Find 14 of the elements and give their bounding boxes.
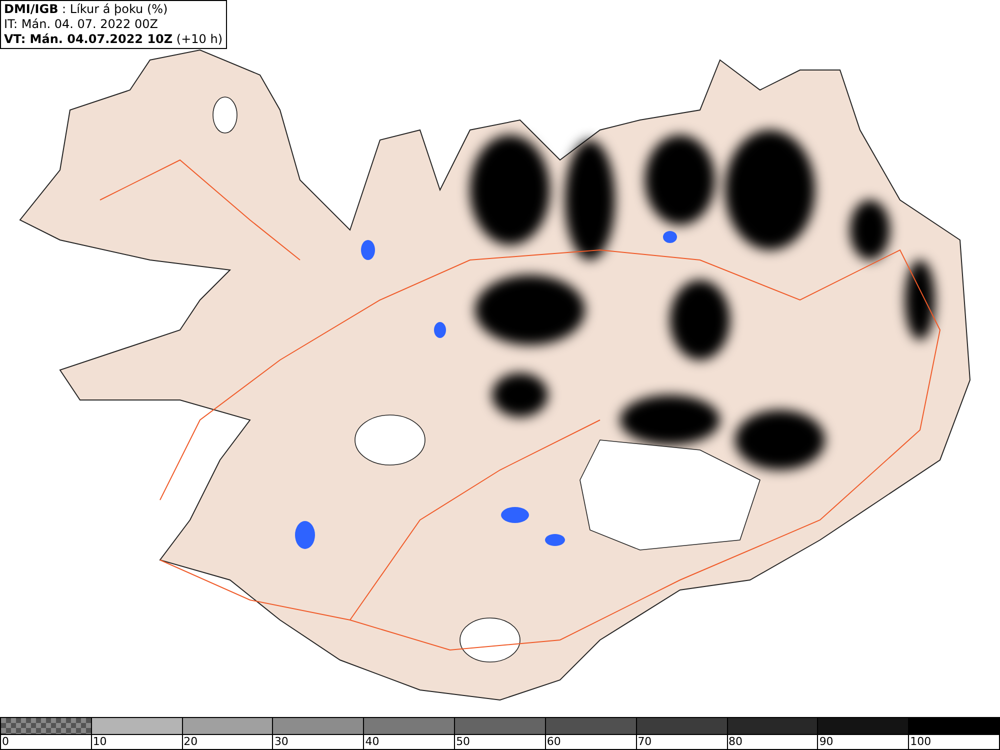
scale-label: 20 [184, 735, 198, 748]
scale-label: 40 [365, 735, 380, 748]
scale-label: 100 [910, 735, 932, 748]
header-text: VT: Mán. 04.07.2022 10Z (+10 h) [4, 32, 223, 47]
scale-label: 10 [92, 735, 107, 748]
scale-label: 90 [819, 735, 834, 748]
scale-label: 50 [456, 735, 470, 748]
scale-label: 0 [2, 735, 9, 748]
scale-label: 60 [546, 735, 561, 748]
header-text: DMI/IGB : Líkur á þoku (%) [4, 2, 169, 17]
scale-label: 80 [728, 735, 742, 748]
header-text: IT: Mán. 04. 07. 2022 00Z [4, 17, 159, 32]
scale-label: 70 [638, 735, 652, 748]
scale-label: 30 [274, 735, 288, 748]
